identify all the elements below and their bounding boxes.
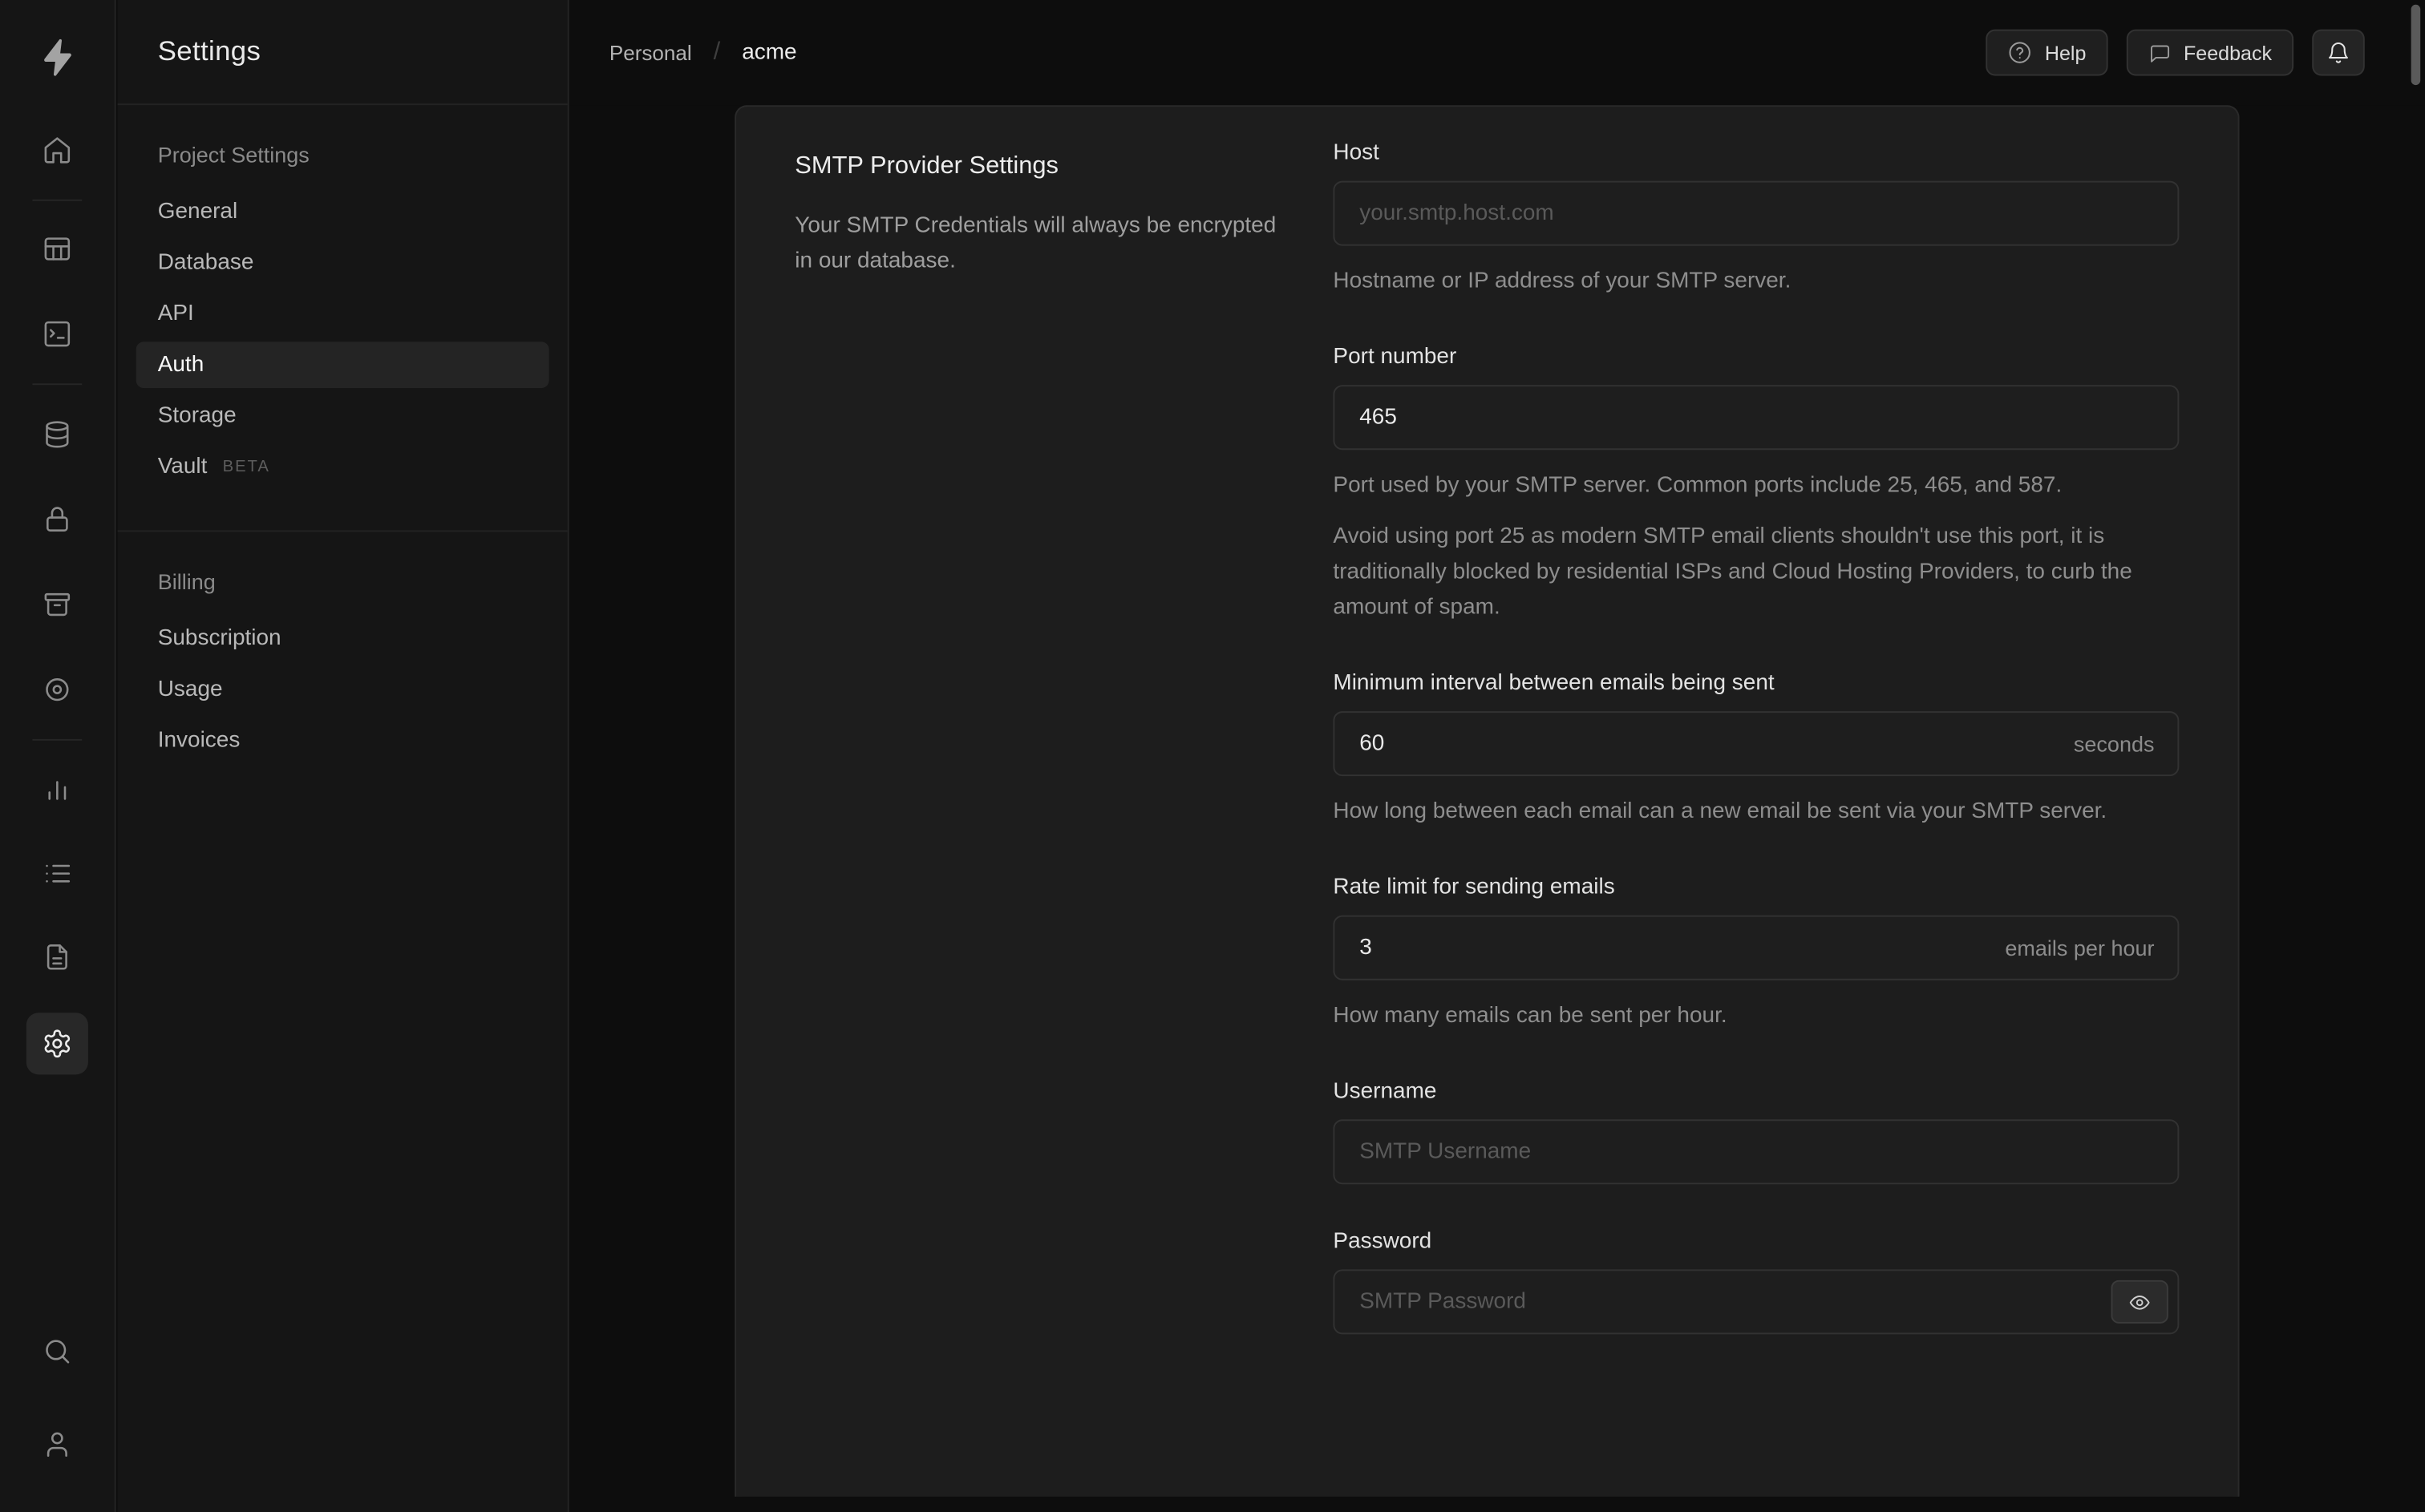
home-icon — [44, 137, 71, 164]
password-input[interactable] — [1333, 1269, 2180, 1335]
help-circle-icon — [2009, 42, 2031, 63]
beta-badge: BETA — [222, 457, 270, 476]
sidebar-item-subscription[interactable]: Subscription — [136, 616, 549, 662]
port-note: Avoid using port 25 as modern SMTP email… — [1333, 524, 2132, 621]
section-label-project-settings: Project Settings — [157, 142, 310, 168]
search-icon — [46, 1340, 70, 1364]
panel-form-column: Host Hostname or IP address of your SMTP… — [1333, 107, 2237, 1497]
sidebar-item-api[interactable]: API — [136, 291, 549, 338]
help-button[interactable]: Help — [1986, 29, 2108, 76]
sidebar-item-usage[interactable]: Usage — [136, 666, 549, 713]
field-rate-limit: Rate limit for sending emails emails per… — [1333, 875, 2180, 1035]
rail-divider — [32, 383, 83, 386]
nav-authentication[interactable] — [26, 488, 88, 550]
settings-sidebar: Settings Project Settings General Databa… — [117, 0, 569, 1512]
breadcrumb: Personal / acme — [609, 38, 797, 67]
panel-description-column: SMTP Provider Settings Your SMTP Credent… — [736, 107, 1333, 1497]
field-host: Host Hostname or IP address of your SMTP… — [1333, 140, 2180, 300]
feedback-label: Feedback — [2183, 41, 2273, 65]
nav-reports[interactable] — [26, 758, 88, 819]
rate-limit-label: Rate limit for sending emails — [1333, 875, 1615, 900]
nav-home[interactable] — [26, 119, 88, 180]
field-port: Port number Port used by your SMTP serve… — [1333, 345, 2180, 626]
notifications-button[interactable] — [2312, 29, 2365, 76]
sidebar-item-general[interactable]: General — [136, 188, 549, 235]
rail-divider — [32, 199, 83, 201]
logs-list-icon — [46, 864, 71, 883]
section-title: SMTP Provider Settings — [795, 152, 1059, 180]
port-label: Port number — [1333, 345, 1457, 370]
rail-divider — [32, 738, 83, 741]
interval-help: How long between each email can a new em… — [1333, 799, 2107, 824]
docs-file-icon — [47, 944, 67, 970]
smtp-settings-panel: SMTP Provider Settings Your SMTP Credent… — [735, 105, 2240, 1497]
table-editor-icon — [44, 237, 71, 261]
database-icon — [46, 421, 69, 448]
eye-icon — [2129, 1295, 2150, 1309]
sidebar-divider — [117, 530, 568, 532]
field-password: Password — [1333, 1229, 2180, 1335]
feedback-button[interactable]: Feedback — [2126, 29, 2294, 76]
rate-limit-help: How many emails can be sent per hour. — [1333, 1003, 1727, 1029]
sidebar-header: Settings — [117, 0, 568, 106]
password-label: Password — [1333, 1229, 1432, 1255]
sidebar-item-storage[interactable]: Storage — [136, 393, 549, 439]
reveal-password-button[interactable] — [2111, 1280, 2168, 1324]
username-input[interactable] — [1333, 1119, 2180, 1185]
bell-icon — [2329, 42, 2348, 63]
storage-icon — [44, 592, 71, 617]
host-help: Hostname or IP address of your SMTP serv… — [1333, 269, 1791, 294]
sidebar-item-auth[interactable]: Auth — [136, 342, 549, 389]
help-label: Help — [2044, 41, 2087, 65]
nav-api-docs[interactable] — [26, 926, 88, 988]
field-username: Username — [1333, 1079, 2180, 1185]
feedback-bubble-icon — [2150, 44, 2169, 62]
icon-rail — [0, 0, 116, 1512]
sidebar-item-vault[interactable]: Vault BETA — [136, 443, 549, 490]
nav-sql-editor[interactable] — [26, 303, 88, 365]
nav-realtime[interactable] — [26, 659, 88, 721]
interval-label: Minimum interval between emails being se… — [1333, 670, 1775, 696]
settings-gear-icon — [44, 1029, 71, 1058]
app-window: Settings Project Settings General Databa… — [0, 0, 2425, 1512]
supabase-logo[interactable] — [37, 37, 77, 85]
scrollbar-thumb[interactable] — [2411, 4, 2421, 86]
supabase-logo-icon — [44, 38, 71, 76]
top-bar: Personal / acme Help Feedback — [569, 0, 2425, 106]
search-button[interactable] — [26, 1320, 88, 1382]
nav-table-editor[interactable] — [26, 218, 88, 280]
interval-input[interactable] — [1333, 711, 2180, 777]
username-label: Username — [1333, 1079, 1437, 1104]
field-minimum-interval: Minimum interval between emails being se… — [1333, 670, 2180, 831]
content-area: SMTP Provider Settings Your SMTP Credent… — [569, 105, 2425, 1512]
nav-project-settings[interactable] — [26, 1013, 88, 1075]
port-help: Port used by your SMTP server. Common po… — [1333, 473, 2063, 498]
host-label: Host — [1333, 140, 1379, 166]
sidebar-item-database[interactable]: Database — [136, 240, 549, 286]
nav-database[interactable] — [26, 403, 88, 465]
breadcrumb-separator: / — [713, 38, 721, 65]
sql-editor-icon — [44, 321, 71, 347]
account-button[interactable] — [26, 1413, 88, 1475]
port-input[interactable] — [1333, 385, 2180, 451]
breadcrumb-org[interactable]: Personal — [609, 41, 692, 64]
breadcrumb-project[interactable]: acme — [742, 40, 796, 65]
section-description: Your SMTP Credentials will always be enc… — [795, 213, 1277, 274]
page-title: Settings — [157, 35, 261, 67]
nav-storage[interactable] — [26, 573, 88, 635]
auth-lock-icon — [47, 507, 68, 532]
rate-limit-input[interactable] — [1333, 915, 2180, 980]
user-icon — [47, 1432, 67, 1457]
host-input[interactable] — [1333, 180, 2180, 246]
reports-chart-icon — [48, 781, 67, 800]
sidebar-body: Project Settings General Database API Au… — [117, 105, 568, 764]
sidebar-item-label: Vault — [157, 454, 208, 479]
header-actions: Help Feedback — [1986, 29, 2365, 76]
section-label-billing: Billing — [157, 568, 216, 594]
nav-logs[interactable] — [26, 843, 88, 904]
realtime-icon — [46, 677, 69, 701]
sidebar-item-invoices[interactable]: Invoices — [136, 718, 549, 764]
